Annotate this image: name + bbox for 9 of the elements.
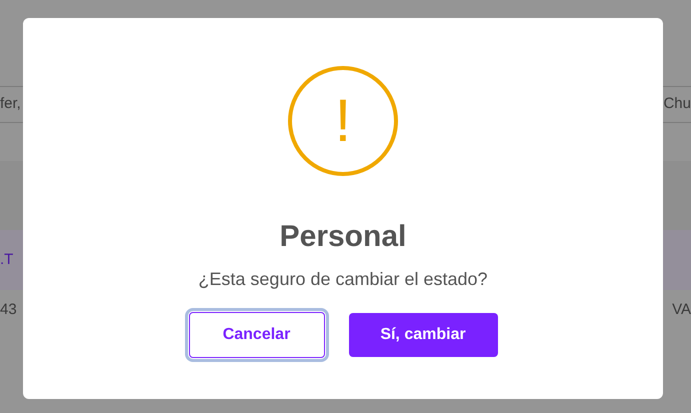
search-text: Chu	[663, 94, 691, 114]
table-cell-text: .T	[0, 250, 14, 270]
dialog-title: Personal	[280, 222, 406, 252]
confirm-button[interactable]: Sí, cambiar	[348, 313, 498, 357]
warning-icon: !	[288, 66, 398, 176]
dialog-message: ¿Esta seguro de cambiar el estado?	[198, 270, 488, 288]
table-cell-text: 43	[0, 300, 17, 320]
search-text: fer,	[0, 94, 21, 114]
table-cell-text: VA	[672, 300, 691, 320]
